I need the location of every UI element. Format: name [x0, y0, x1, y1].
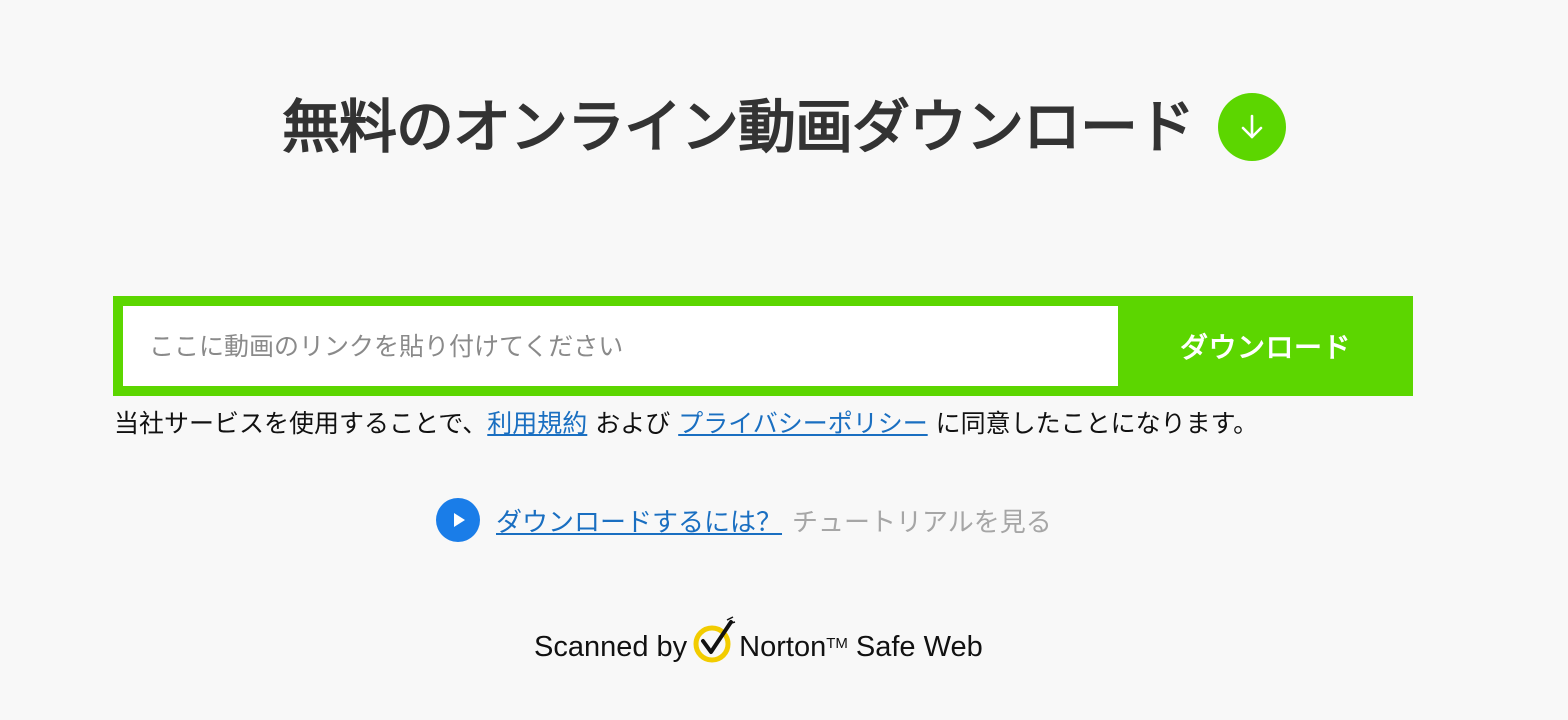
- play-triangle-glyph: [454, 513, 465, 527]
- terms-connector: および: [587, 409, 679, 438]
- norton-trademark: TM: [826, 635, 848, 652]
- tutorial-hint: チュートリアルを見る: [792, 507, 1052, 538]
- norton-prefix: Scanned by: [534, 631, 688, 663]
- arrow-down-glyph: [1241, 114, 1263, 139]
- privacy-policy-link[interactable]: プライバシーポリシー: [678, 409, 928, 438]
- play-icon[interactable]: [436, 498, 480, 542]
- tutorial-row: ダウンロードするには？ チュートリアルを見る: [436, 498, 1052, 542]
- title-row: 無料のオンライン動画ダウンロード: [0, 82, 1568, 172]
- norton-brand: Norton: [739, 631, 827, 663]
- page-title: 無料のオンライン動画ダウンロード: [281, 93, 1195, 161]
- terms-prefix: 当社サービスを使用することで、: [114, 409, 488, 438]
- norton-checkmark-icon: [693, 616, 736, 663]
- download-arrow-icon: [1218, 93, 1286, 161]
- norton-safe-web-badge[interactable]: Scanned by Norton TM Safe Web: [534, 612, 983, 664]
- terms-of-use-link[interactable]: 利用規約: [487, 409, 587, 438]
- terms-suffix: に同意したことになります。: [927, 409, 1259, 438]
- page: 無料のオンライン動画ダウンロード ダウンロード 当社サービスを使用することで、利…: [0, 0, 1568, 720]
- norton-suffix: Safe Web: [855, 631, 983, 663]
- how-to-download-link[interactable]: ダウンロードするには？: [496, 502, 782, 539]
- download-form: ダウンロード: [113, 296, 1413, 396]
- terms-notice: 当社サービスを使用することで、利用規約 および プライバシーポリシー に同意した…: [114, 402, 1434, 446]
- download-button[interactable]: ダウンロード: [1118, 296, 1413, 396]
- video-url-input[interactable]: [123, 306, 1118, 386]
